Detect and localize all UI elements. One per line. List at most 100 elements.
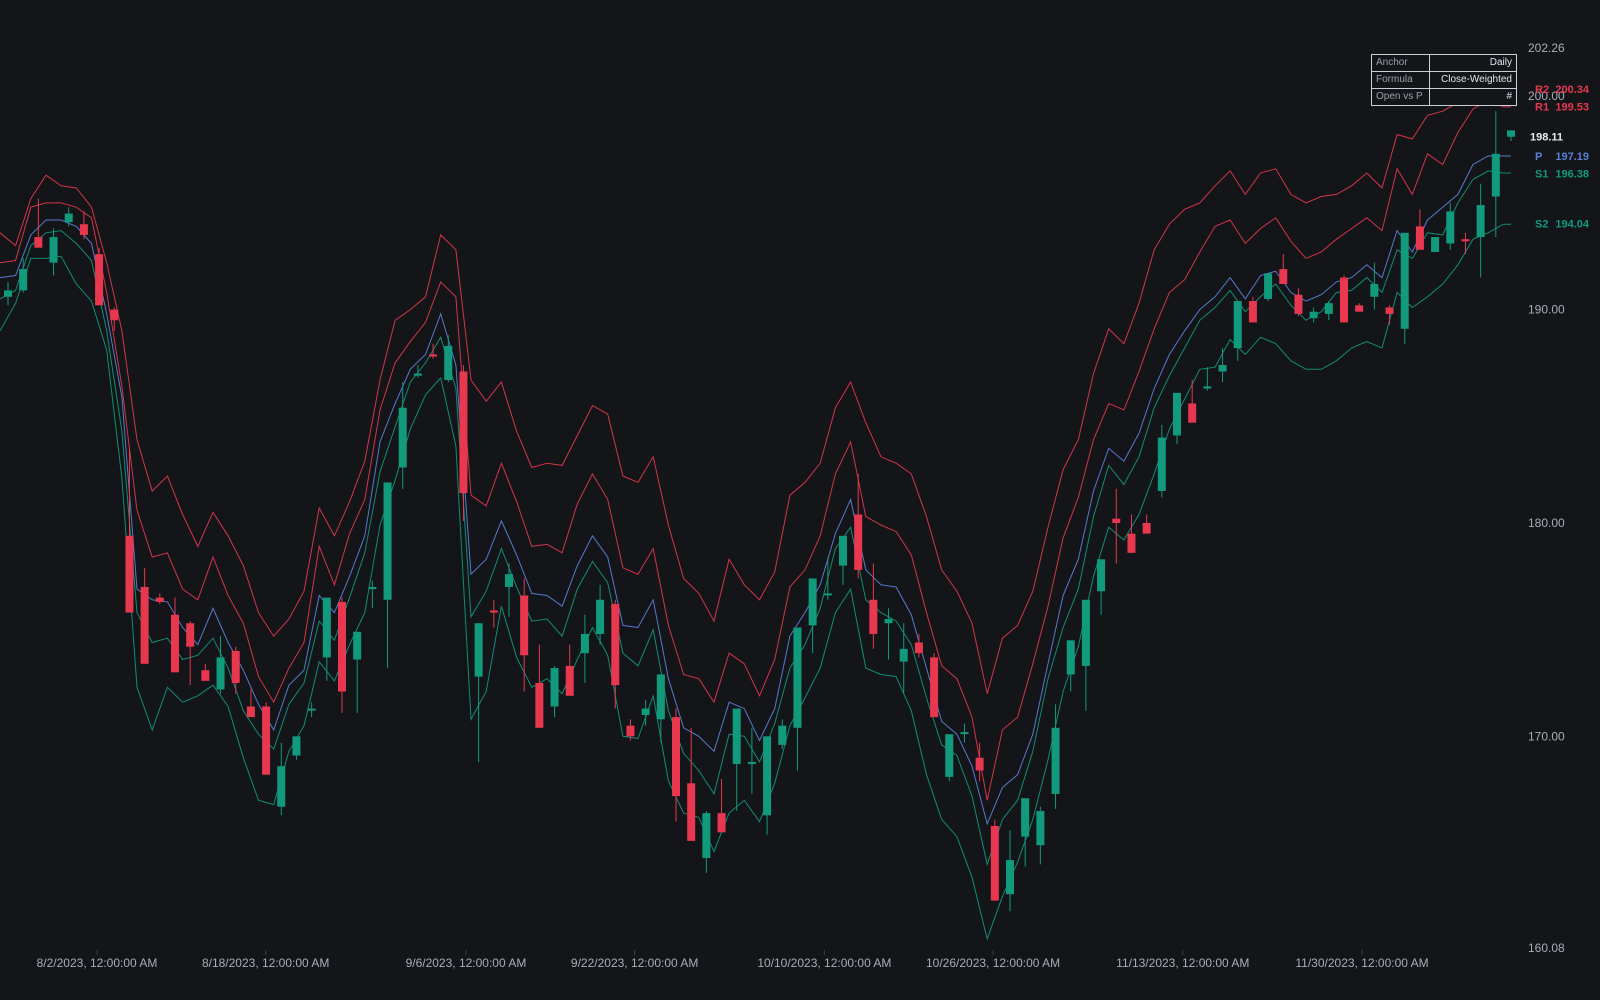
candle bbox=[1233, 301, 1242, 361]
candle-body bbox=[823, 593, 832, 596]
candle-body bbox=[535, 682, 544, 728]
candle-body bbox=[1006, 860, 1014, 895]
candle bbox=[565, 644, 574, 696]
candle bbox=[1203, 367, 1212, 391]
y-tick-label: 202.26 bbox=[1528, 41, 1565, 55]
candles bbox=[4, 111, 1515, 912]
candle-body bbox=[1279, 269, 1288, 284]
candle-body bbox=[1157, 437, 1166, 491]
candle bbox=[1431, 237, 1440, 252]
candle-body bbox=[1507, 130, 1515, 137]
y-tick-label: 190.00 bbox=[1528, 303, 1565, 317]
candle bbox=[1173, 392, 1181, 445]
candle-body bbox=[1036, 811, 1045, 846]
candle bbox=[1507, 130, 1515, 142]
candle bbox=[398, 382, 407, 489]
candle bbox=[1248, 296, 1257, 323]
candle-body bbox=[1400, 232, 1409, 329]
candle bbox=[1461, 232, 1470, 255]
x-tick-label: 8/18/2023, 12:00:00 AM bbox=[202, 956, 329, 970]
candle bbox=[155, 593, 164, 605]
x-tick-label: 10/10/2023, 12:00:00 AM bbox=[757, 956, 891, 970]
candle-body bbox=[611, 604, 620, 686]
y-tick-label: 160.08 bbox=[1528, 941, 1565, 955]
y-tick-label: 170.00 bbox=[1528, 729, 1565, 743]
candle-body bbox=[79, 224, 88, 235]
candle bbox=[702, 811, 711, 873]
candle bbox=[171, 597, 179, 673]
candle-body bbox=[398, 407, 407, 468]
candle bbox=[687, 727, 696, 841]
candle bbox=[732, 708, 741, 812]
candle bbox=[869, 563, 878, 649]
candle bbox=[1097, 559, 1106, 615]
candle bbox=[383, 482, 392, 669]
info-row-formula: Formula Close-Weighted bbox=[1371, 71, 1517, 89]
anchor-label: Anchor bbox=[1371, 54, 1430, 72]
candle-body bbox=[1446, 211, 1455, 244]
pivot-line-r1 bbox=[0, 99, 1511, 801]
candle-body bbox=[19, 269, 28, 291]
candle bbox=[186, 621, 195, 686]
candle bbox=[884, 608, 893, 660]
candle bbox=[960, 723, 969, 743]
candle bbox=[1309, 307, 1318, 323]
x-tick-label: 9/22/2023, 12:00:00 AM bbox=[571, 956, 698, 970]
candle-body bbox=[869, 599, 878, 634]
candle bbox=[79, 211, 88, 240]
candle-body bbox=[444, 345, 453, 381]
candle bbox=[1340, 275, 1348, 323]
level-name-p: P bbox=[1535, 151, 1542, 163]
candle bbox=[474, 623, 483, 762]
pivot-line-r2 bbox=[0, 63, 1511, 694]
candle-body bbox=[1309, 311, 1318, 319]
level-value-p: 197.19 bbox=[1555, 151, 1589, 163]
candle bbox=[1051, 704, 1060, 809]
candle-body bbox=[641, 708, 650, 715]
y-tick-label: 180.00 bbox=[1528, 516, 1565, 530]
candle-body bbox=[338, 601, 346, 692]
candle bbox=[747, 727, 756, 794]
candle-body bbox=[1324, 303, 1333, 314]
level-name-s1: S1 bbox=[1535, 168, 1548, 180]
candle bbox=[1021, 798, 1030, 867]
candle bbox=[1491, 111, 1500, 238]
candle bbox=[1218, 348, 1227, 383]
candle bbox=[505, 563, 513, 617]
candle-body bbox=[1248, 301, 1257, 323]
candle-body bbox=[596, 599, 605, 634]
x-tick-label: 11/30/2023, 12:00:00 AM bbox=[1295, 956, 1428, 970]
candle-body bbox=[672, 717, 680, 797]
candle bbox=[1446, 202, 1455, 250]
candle bbox=[1385, 305, 1394, 325]
candle bbox=[823, 557, 832, 600]
level-name-s2: S2 bbox=[1535, 218, 1548, 230]
candle bbox=[672, 708, 680, 822]
candle-body bbox=[1127, 533, 1136, 553]
candle-body bbox=[1431, 237, 1440, 252]
candle bbox=[930, 653, 939, 718]
candle bbox=[1355, 303, 1364, 312]
candle bbox=[1006, 830, 1014, 912]
x-tick-label: 10/26/2023, 12:00:00 AM bbox=[926, 956, 1060, 970]
candle-body bbox=[945, 734, 954, 777]
candle-body bbox=[1415, 226, 1424, 250]
candle bbox=[292, 736, 301, 760]
candle-body bbox=[839, 535, 847, 566]
candle bbox=[611, 599, 620, 709]
candle-body bbox=[1233, 301, 1242, 348]
price-chart[interactable]: 202.26200.00190.00180.00170.00160.08 8/2… bbox=[0, 0, 1600, 1000]
candle bbox=[656, 674, 665, 743]
candle-body bbox=[520, 595, 529, 656]
candle bbox=[580, 614, 589, 683]
candle bbox=[49, 228, 58, 276]
candle-body bbox=[1491, 153, 1500, 197]
info-row-anchor: Anchor Daily bbox=[1371, 54, 1517, 72]
candle-body bbox=[1370, 283, 1379, 297]
candle bbox=[1264, 273, 1273, 302]
candle bbox=[945, 734, 954, 782]
candle-body bbox=[474, 623, 483, 677]
pivot-line-p bbox=[0, 155, 1511, 826]
candle bbox=[1066, 640, 1075, 692]
level-name-r1: R1 bbox=[1535, 101, 1549, 113]
